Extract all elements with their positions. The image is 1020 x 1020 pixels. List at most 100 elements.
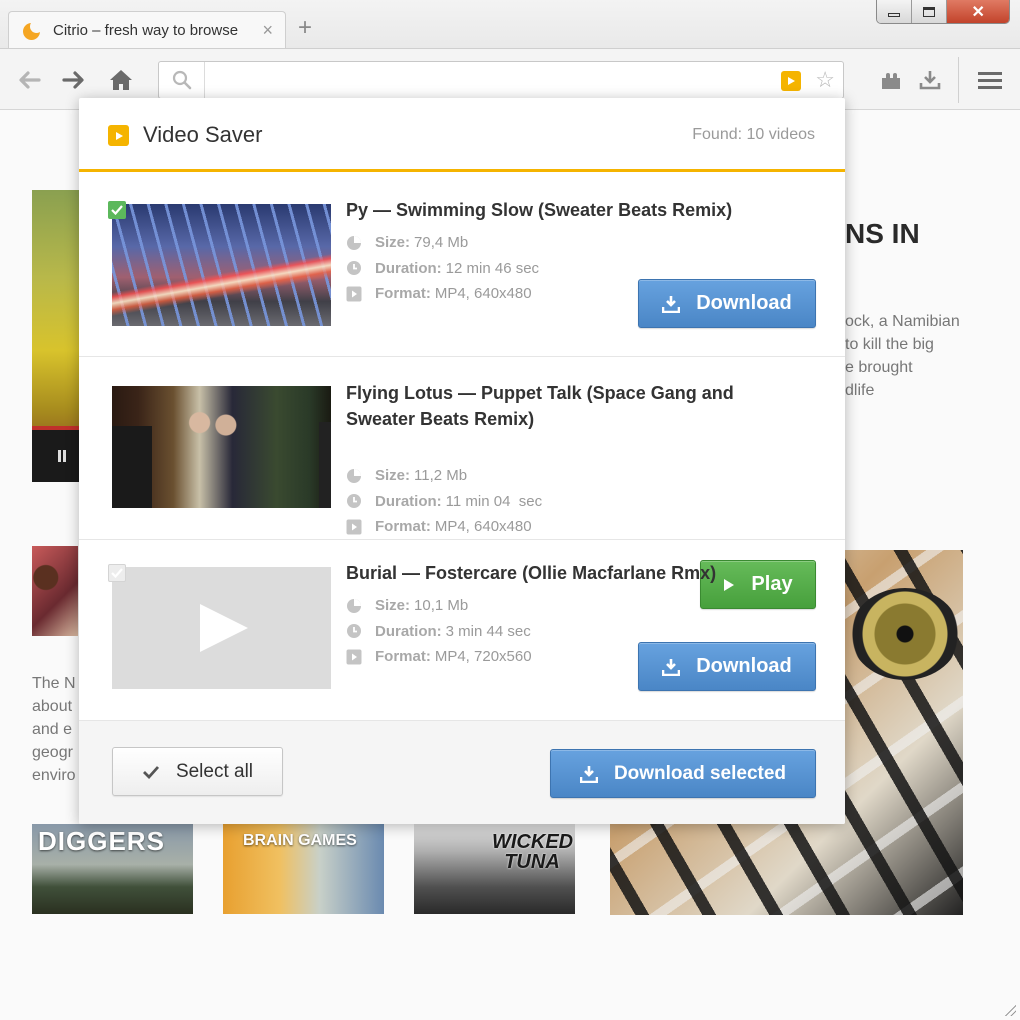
downloads-button[interactable] (913, 63, 947, 97)
home-button[interactable] (106, 65, 136, 95)
meta-size: Size: 79,4 Mb (346, 230, 539, 256)
title-bar: Citrio – fresh way to browse × + ✕ (0, 0, 1020, 49)
duration-label: Duration: (375, 622, 442, 640)
video-title: Burial — Fostercare (Ollie Macfarlane Rm… (346, 563, 717, 583)
home-icon (110, 70, 132, 90)
resize-grip-icon[interactable] (1002, 1002, 1016, 1016)
size-value: 11,2 Mb (414, 467, 468, 485)
clock-icon (346, 623, 362, 639)
select-all-label: Select all (175, 760, 254, 782)
maximize-button[interactable] (912, 0, 948, 23)
select-all-button[interactable]: Select all (112, 747, 283, 796)
back-arrow-icon (19, 71, 41, 89)
browser-tab[interactable]: Citrio – fresh way to browse × (8, 11, 286, 49)
video-item: Burial — Fostercare (Ollie Macfarlane Rm… (79, 540, 845, 721)
video-meta: Size: 79,4 Mb Duration: 12 min 46 sec Fo… (346, 230, 539, 307)
checkmark-icon (142, 765, 160, 779)
clock-icon (346, 493, 362, 509)
forward-arrow-icon (62, 71, 84, 89)
show-thumbnail-diggers[interactable]: DIGGERS (32, 824, 193, 914)
side-text-line: geogr (32, 744, 73, 761)
video-title: Flying Lotus — Puppet Talk (Space Gang a… (346, 383, 734, 429)
search-icon (172, 70, 191, 90)
format-value: MP4, 640x480 (434, 285, 532, 303)
format-value: MP4, 720x560 (434, 648, 532, 666)
video-saver-logo-icon (108, 125, 129, 146)
video-item: Flying Lotus — Puppet Talk (Space Gang a… (79, 357, 845, 609)
address-bar[interactable]: ☆ (158, 61, 844, 99)
tab-close-icon[interactable]: × (262, 21, 273, 39)
new-tab-button[interactable]: + (298, 16, 312, 40)
video-saver-extension-icon[interactable] (781, 71, 801, 91)
window-close-button[interactable]: ✕ (947, 0, 1009, 23)
popup-title: Video Saver (143, 122, 263, 147)
popup-footer: Select all Download selected (79, 721, 845, 824)
video-thumbnail[interactable] (112, 386, 331, 508)
video-meta: Size: 10,1 Mb Duration: 3 min 44 sec For… (346, 593, 532, 670)
video-checkbox[interactable] (108, 201, 126, 219)
back-button[interactable] (14, 65, 44, 95)
size-value: 79,4 Mb (414, 234, 469, 252)
format-value: MP4, 640x480 (434, 518, 532, 536)
download-selected-label: Download selected (613, 762, 787, 784)
format-label: Format: (375, 518, 431, 536)
meta-duration: Duration: 12 min 46 sec (346, 256, 539, 282)
format-icon (346, 649, 362, 665)
checkmark-icon (111, 205, 123, 215)
meta-format: Format: MP4, 720x560 (346, 644, 532, 670)
checkmark-icon (111, 568, 123, 578)
article-line: ock, a Namibian (845, 313, 960, 330)
download-label: Download (696, 655, 792, 677)
download-icon (579, 765, 598, 783)
citrio-logo-icon (23, 19, 43, 41)
minimize-button[interactable] (877, 0, 913, 23)
download-icon (662, 295, 681, 313)
show-thumbnail-wicked-tuna[interactable]: WICKED TUNA (414, 824, 575, 914)
download-button[interactable]: Download (638, 279, 816, 328)
puzzle-icon (882, 73, 900, 89)
video-thumbnail[interactable] (112, 204, 331, 326)
side-text-line: about (32, 698, 73, 715)
pause-icon[interactable] (58, 450, 66, 462)
format-label: Format: (375, 648, 431, 666)
video-meta: Size: 11,2 Mb Duration: 11 min 04 sec Fo… (346, 463, 542, 540)
show-thumbnail-brain-games[interactable]: BRAIN GAMES (223, 824, 384, 914)
article-line: dlife (845, 382, 875, 399)
format-icon (346, 519, 362, 535)
thumbnail-title: WICKED TUNA (492, 831, 574, 873)
extensions-button[interactable] (874, 63, 908, 97)
video-item: Py — Swimming Slow (Sweater Beats Remix)… (79, 175, 845, 357)
duration-value: 12 min 46 sec (445, 259, 540, 277)
bookmark-star-icon[interactable]: ☆ (815, 66, 835, 94)
meta-size: Size: 10,1 Mb (346, 593, 532, 619)
menu-button[interactable] (973, 63, 1007, 97)
duration-label: Duration: (375, 259, 442, 277)
found-count: Found: 10 videos (692, 126, 815, 143)
side-text-line: enviro (32, 767, 76, 784)
format-icon (346, 286, 362, 302)
thumbnail-title: DIGGERS (38, 826, 165, 856)
size-label: Size: (375, 597, 411, 615)
video-title: Py — Swimming Slow (Sweater Beats Remix) (346, 200, 733, 220)
side-text-line: and e (32, 721, 73, 738)
kids-photo[interactable] (32, 546, 78, 636)
meta-format: Format: MP4, 640x480 (346, 514, 542, 540)
window-controls: ✕ (876, 0, 1010, 24)
article-headline[interactable]: NS IN (845, 218, 920, 250)
size-icon (346, 598, 362, 614)
size-label: Size: (375, 467, 411, 485)
play-icon (788, 77, 795, 85)
download-icon (919, 71, 941, 90)
size-label: Size: (375, 234, 411, 252)
download-selected-button[interactable]: Download selected (550, 749, 816, 798)
meta-duration: Duration: 11 min 04 sec (346, 489, 542, 515)
download-button[interactable]: Download (638, 642, 816, 691)
url-search-segment[interactable] (159, 62, 205, 98)
maximize-icon (923, 6, 936, 17)
duration-value: 11 min 04 sec (445, 492, 543, 510)
duration-value: 3 min 44 sec (445, 622, 531, 640)
video-placeholder-thumbnail[interactable] (112, 567, 331, 689)
video-checkbox[interactable] (108, 564, 126, 582)
forward-button[interactable] (59, 65, 89, 95)
side-article-snippet: The N about and e geogr enviro (32, 672, 78, 787)
